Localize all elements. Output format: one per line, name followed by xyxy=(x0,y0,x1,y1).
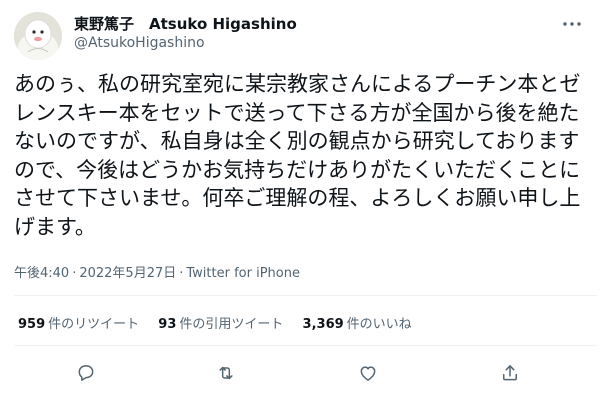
tweet-stats: 959 件のリツイート 93 件の引用ツイート 3,369 件のいいね xyxy=(18,313,427,332)
share-icon[interactable] xyxy=(494,357,526,389)
retweets-count: 959 xyxy=(18,317,46,332)
author-name[interactable]: 東野篤子 Atsuko Higashino xyxy=(74,13,297,34)
divider xyxy=(14,295,597,296)
avatar-character-icon xyxy=(14,12,62,60)
tweet-meta: 午後4:40 · 2022年5月27日 · Twitter for iPhone xyxy=(14,262,300,281)
tweet-card: 東野篤子 Atsuko Higashino @AtsukoHigashino あ… xyxy=(0,0,616,415)
divider xyxy=(14,345,597,346)
quotes-count: 93 xyxy=(158,317,177,332)
avatar[interactable] xyxy=(14,12,62,60)
tweet-time[interactable]: 午後4:40 xyxy=(14,262,69,281)
reply-icon[interactable] xyxy=(70,357,102,389)
meta-separator: · xyxy=(179,266,184,281)
retweets-stat[interactable]: 959 件のリツイート xyxy=(18,313,139,332)
retweets-label: 件のリツイート xyxy=(48,317,140,332)
tweet-date[interactable]: 2022年5月27日 xyxy=(79,262,176,281)
tweet-source[interactable]: Twitter for iPhone xyxy=(186,266,300,281)
likes-stat[interactable]: 3,369 件のいいね xyxy=(303,313,412,332)
likes-label: 件のいいね xyxy=(346,317,412,332)
action-bar xyxy=(0,357,616,389)
tweet-text: あのぅ、私の研究室宛に某宗教家さんによるプーチン本とゼレンスキー本をセットで送っ… xyxy=(14,72,581,239)
quotes-stat[interactable]: 93 件の引用ツイート xyxy=(158,313,283,332)
more-dots-icon[interactable] xyxy=(560,12,584,36)
retweet-icon[interactable] xyxy=(210,357,242,389)
likes-count: 3,369 xyxy=(302,317,344,332)
author-handle[interactable]: @AtsukoHigashino xyxy=(74,35,205,51)
quotes-label: 件の引用ツイート xyxy=(179,317,284,332)
heart-icon[interactable] xyxy=(352,357,384,389)
meta-separator: · xyxy=(72,266,77,281)
